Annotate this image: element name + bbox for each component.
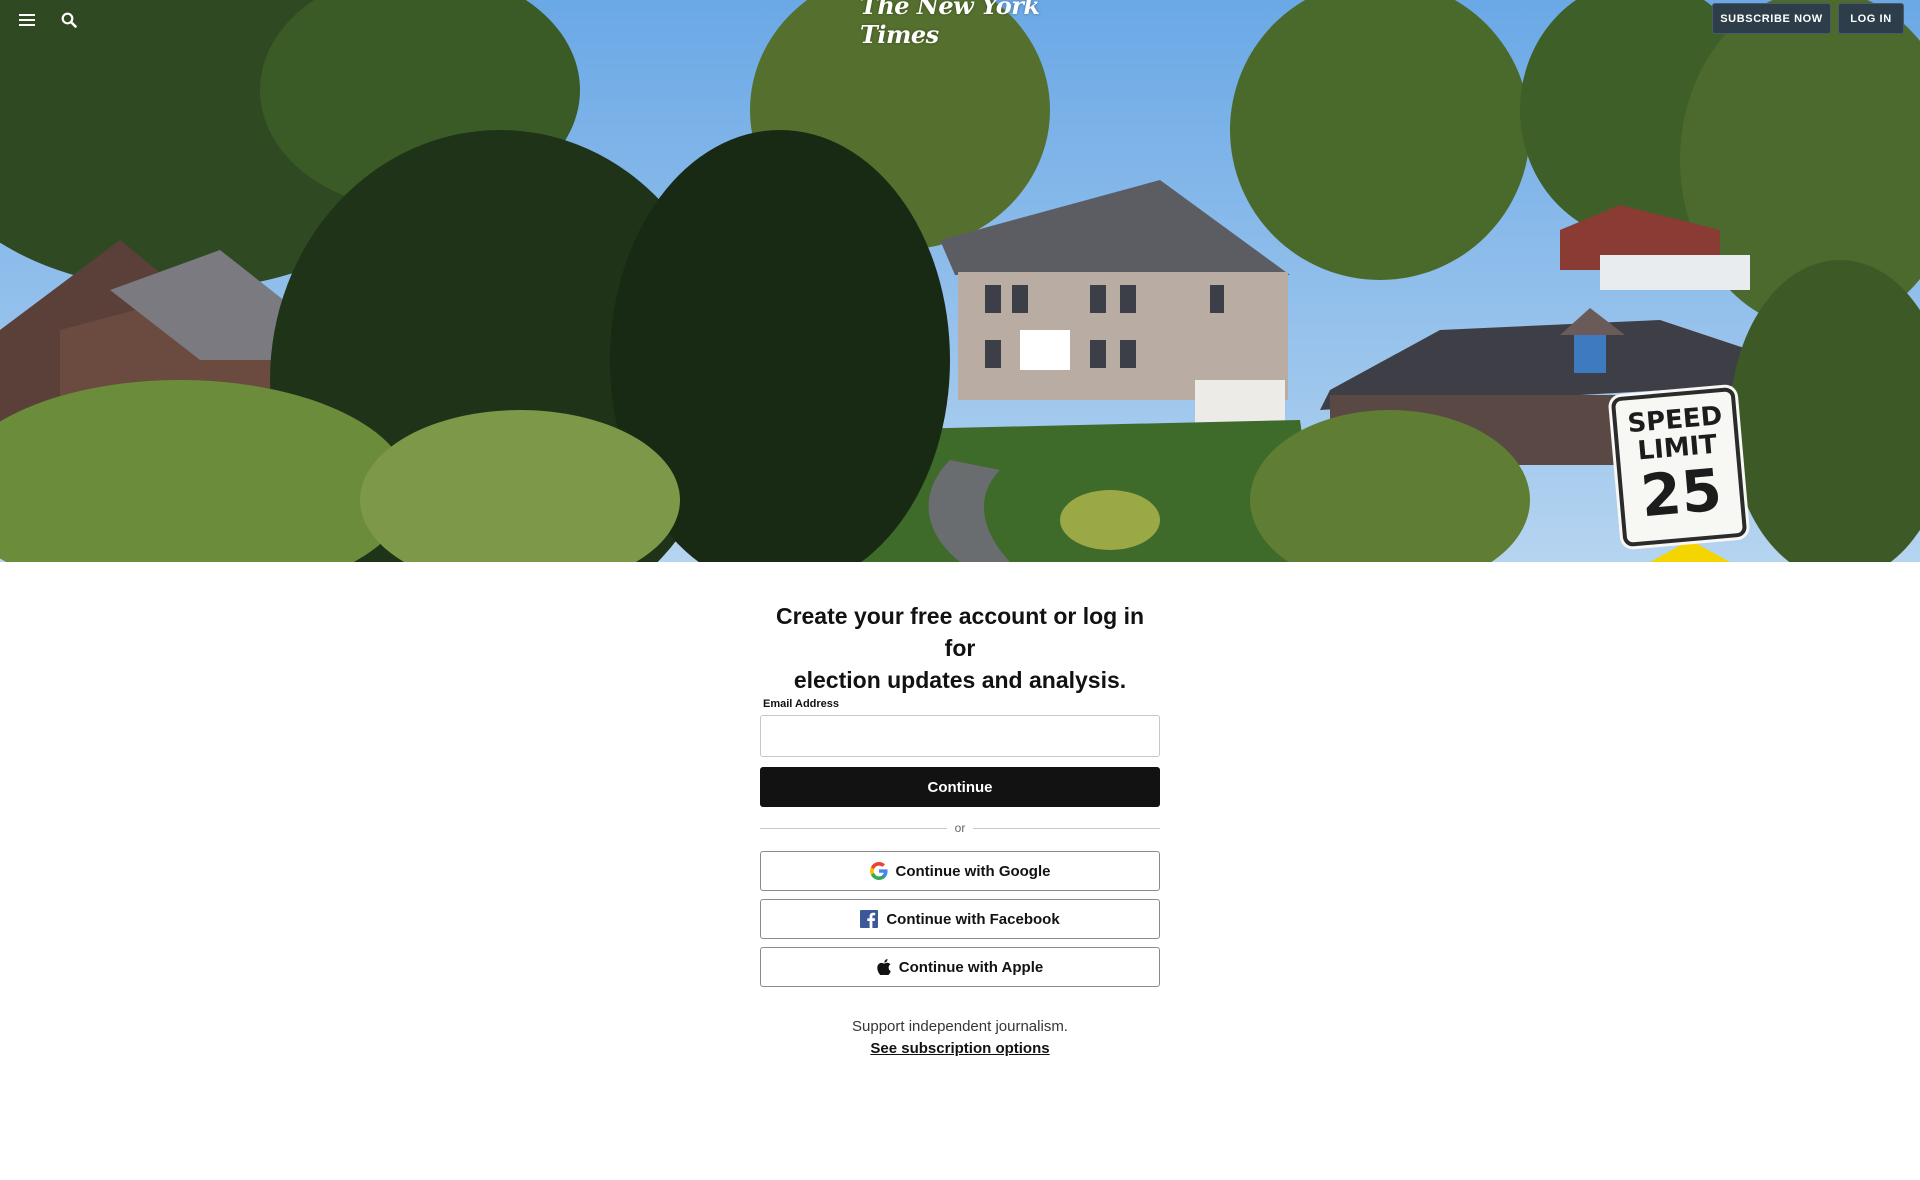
- continue-with-facebook-button[interactable]: Continue with Facebook: [760, 899, 1160, 939]
- google-button-label: Continue with Google: [895, 862, 1051, 880]
- or-text: or: [954, 821, 966, 835]
- page-title: Create your free account or log in for e…: [760, 600, 1160, 696]
- speed-limit-sign: SPEED LIMIT 25: [1610, 386, 1748, 548]
- sign-number: 25: [1638, 455, 1725, 531]
- support-text: Support independent journalism.: [852, 1018, 1068, 1035]
- continue-with-google-button[interactable]: Continue with Google: [760, 851, 1160, 891]
- hamburger-menu-icon[interactable]: [14, 8, 40, 32]
- email-label: Email Address: [763, 698, 840, 710]
- headline-line-1: Create your free account or log in for: [775, 603, 1145, 661]
- or-divider: or: [760, 820, 1161, 836]
- see-subscription-options-link[interactable]: See subscription options: [760, 1040, 1160, 1057]
- subscribe-now-button[interactable]: SUBSCRIBE NOW: [1712, 3, 1831, 34]
- email-field[interactable]: [760, 715, 1160, 757]
- hero-image: SPEED LIMIT 25: [0, 0, 1920, 562]
- apple-icon: [877, 959, 891, 975]
- google-icon: [869, 862, 888, 880]
- account-form: Create your free account or log in for e…: [760, 600, 1161, 1057]
- continue-with-apple-button[interactable]: Continue with Apple: [760, 947, 1160, 987]
- top-bar: The New York Times SUBSCRIBE NOW LOG IN: [0, 0, 1920, 49]
- nyt-logo[interactable]: The New York Times: [860, 0, 1060, 49]
- log-in-button[interactable]: LOG IN: [1838, 3, 1904, 34]
- search-icon[interactable]: [56, 8, 82, 32]
- facebook-button-label: Continue with Facebook: [886, 910, 1060, 928]
- divider-line: [760, 827, 947, 829]
- continue-button[interactable]: Continue: [760, 767, 1160, 807]
- divider-line: [973, 827, 1161, 829]
- apple-button-label: Continue with Apple: [898, 958, 1044, 976]
- facebook-icon: [860, 910, 879, 928]
- headline-line-2: election updates and analysis.: [793, 667, 1127, 693]
